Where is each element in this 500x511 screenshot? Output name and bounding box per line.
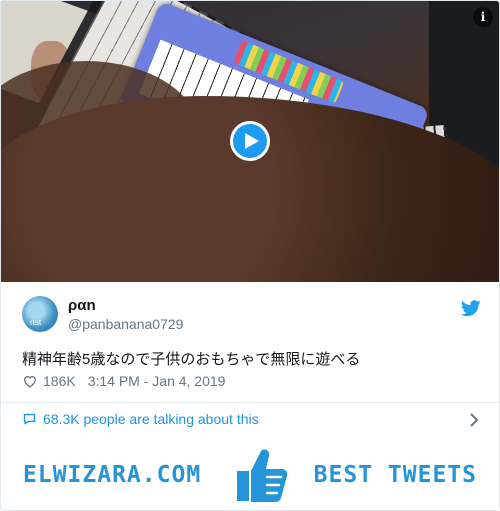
chevron-right-icon[interactable] [469, 413, 479, 427]
info-icon[interactable]: i [473, 7, 493, 27]
avatar[interactable]: rtst [22, 296, 58, 332]
thumbs-up-icon [237, 449, 288, 502]
twitter-bird-icon[interactable] [461, 300, 481, 317]
tweet-card: i rtst ραn @panbanana0729 精神年齢5歳なので子供のおも… [0, 0, 500, 511]
play-icon [244, 133, 259, 149]
play-button[interactable] [230, 121, 270, 161]
tweet-body: rtst ραn @panbanana0729 精神年齢5歳なので子供のおもちゃ… [1, 282, 499, 510]
site-name[interactable]: ELWIZARA.COM [23, 462, 201, 488]
heart-icon[interactable] [22, 373, 38, 389]
divider [1, 402, 499, 403]
best-tweets-label: BEST TWEETS [313, 462, 477, 488]
tweet-media[interactable]: i [1, 1, 499, 282]
like-count[interactable]: 186K [43, 373, 76, 389]
talking-text[interactable]: 68.3K people are talking about this [43, 411, 259, 427]
tweet-meta: 186K 3:14 PM - Jan 4, 2019 [22, 373, 225, 389]
timestamp[interactable]: 3:14 PM - Jan 4, 2019 [88, 373, 226, 389]
display-name[interactable]: ραn [68, 297, 96, 314]
tweet-text: 精神年齢5歳なので子供のおもちゃで無限に遊べる [22, 351, 361, 368]
promo-banner: ELWIZARA.COM BEST TWEETS [1, 442, 499, 510]
comment-icon [23, 413, 36, 425]
user-handle[interactable]: @panbanana0729 [68, 316, 183, 332]
avatar-text: rtst [30, 318, 42, 327]
talking-link[interactable]: 68.3K people are talking about this [22, 411, 259, 427]
